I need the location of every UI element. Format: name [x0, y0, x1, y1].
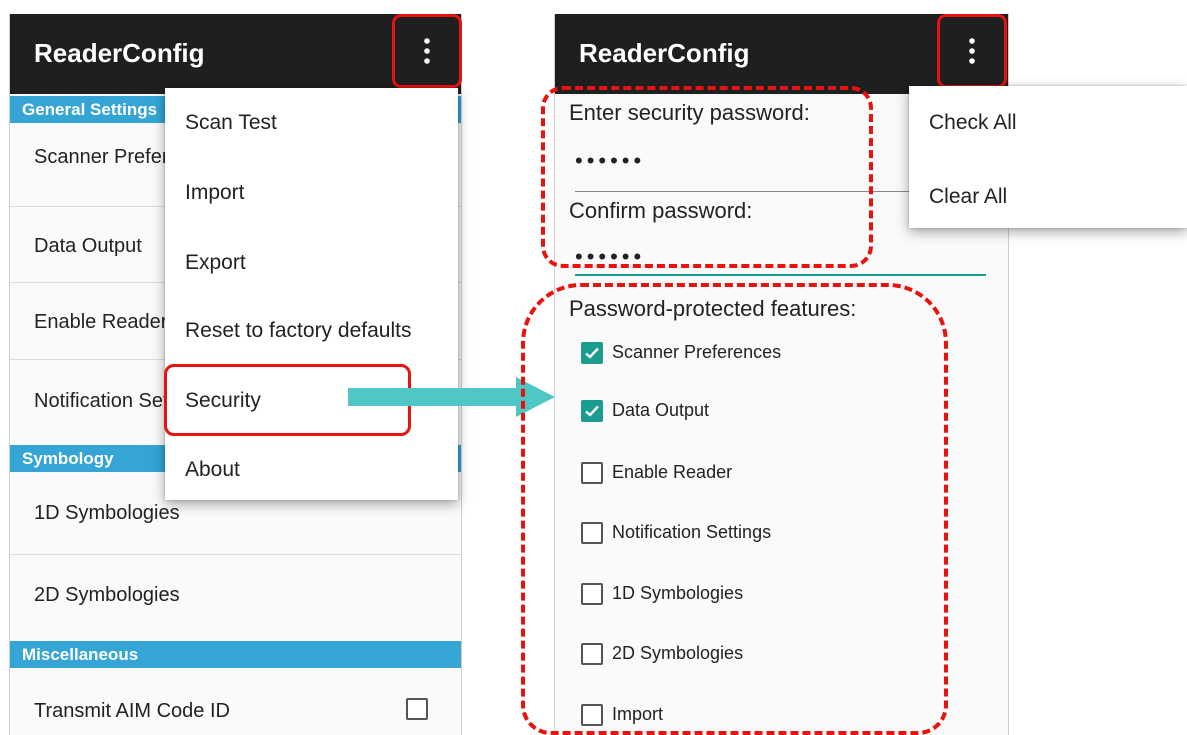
app-title: ReaderConfig — [579, 38, 750, 68]
menu-item-import[interactable]: Import — [165, 158, 458, 228]
more-vert-icon — [424, 38, 430, 64]
menu-item-about[interactable]: About — [165, 435, 458, 505]
overflow-menu-button[interactable] — [937, 14, 1007, 88]
overflow-menu-popup: Scan Test Import Export Reset to factory… — [165, 88, 458, 500]
aim-code-id-checkbox[interactable] — [406, 698, 428, 720]
section-header-miscellaneous: Miscellaneous — [10, 641, 461, 668]
menu-item-reset-factory-defaults[interactable]: Reset to factory defaults — [165, 296, 458, 366]
protected-features-annotation — [521, 283, 948, 735]
menu-item-clear-all[interactable]: Clear All — [909, 160, 1187, 234]
pref-item-transmit-aim-code-id[interactable]: Transmit AIM Code ID — [10, 678, 461, 735]
password-fields-annotation — [541, 86, 873, 268]
overflow-menu-button[interactable] — [392, 14, 462, 88]
more-vert-icon — [969, 38, 975, 64]
menu-item-scan-test[interactable]: Scan Test — [165, 88, 458, 158]
pref-item-2d-symbologies[interactable]: 2D Symbologies — [10, 560, 461, 630]
divider — [10, 554, 461, 555]
menu-item-export[interactable]: Export — [165, 228, 458, 298]
menu-item-check-all[interactable]: Check All — [909, 86, 1187, 160]
overflow-menu-popup: Check All Clear All — [909, 86, 1187, 228]
app-title: ReaderConfig — [34, 38, 205, 68]
confirm-password-underline — [575, 274, 986, 276]
